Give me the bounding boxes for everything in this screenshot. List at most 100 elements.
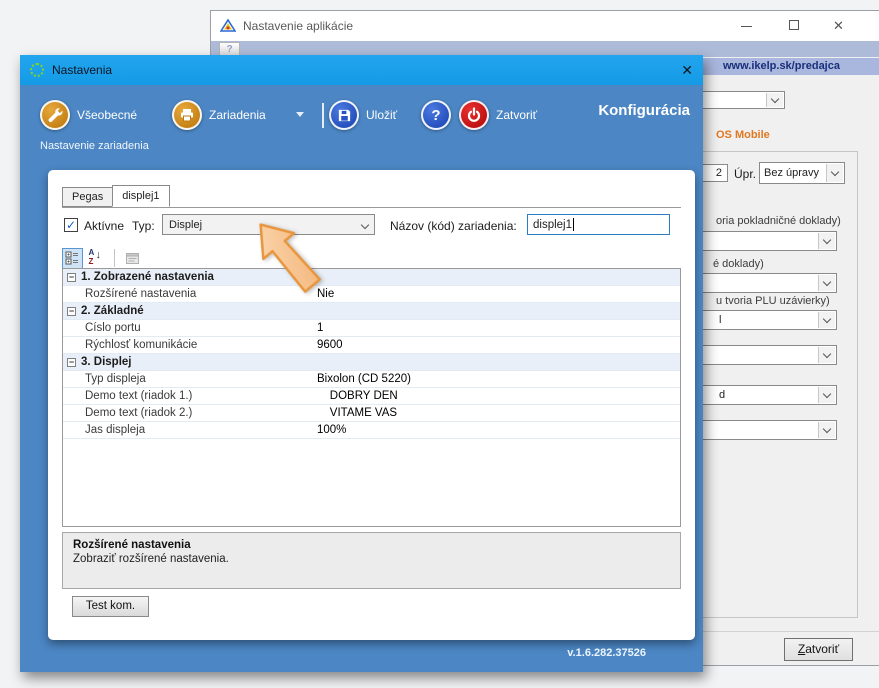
property-value[interactable]: 1	[317, 322, 680, 334]
chevron-down-icon[interactable]	[818, 347, 835, 363]
general-button-label: Všeobecné	[77, 108, 137, 122]
property-name: Demo text (riadok 2.)	[63, 407, 317, 419]
property-value[interactable]: DOBRY DEN	[317, 390, 680, 402]
property-row[interactable]: Demo text (riadok 2.) VITAME VAS	[63, 405, 680, 422]
save-button-label: Uložiť	[366, 108, 397, 122]
property-category-row[interactable]: −2. Základné	[63, 303, 680, 320]
property-row[interactable]: Typ displejaBixolon (CD 5220)	[63, 371, 680, 388]
aktivne-label: Aktívne	[84, 219, 124, 233]
combo-6[interactable]: d	[681, 385, 837, 405]
chevron-down-icon	[361, 221, 369, 229]
property-row[interactable]: Rýchlosť komunikácie9600	[63, 337, 680, 354]
toolbar-separator	[114, 249, 115, 267]
collapse-icon[interactable]: −	[67, 273, 76, 282]
chevron-down-icon[interactable]	[766, 93, 783, 107]
ikelp-link[interactable]: www.ikelp.sk/predajca	[701, 58, 879, 75]
chevron-down-icon[interactable]	[818, 233, 835, 249]
close-icon[interactable]: ✕	[833, 18, 844, 34]
property-name: Typ displeja	[63, 373, 317, 385]
property-row[interactable]: Jas displeja100%	[63, 422, 680, 439]
collapse-icon[interactable]: −	[67, 358, 76, 367]
printer-icon[interactable]	[172, 100, 202, 130]
doklady-label: é doklady)	[713, 258, 764, 270]
property-category-row[interactable]: −1. Zobrazené nastavenia	[63, 269, 680, 286]
test-communication-button[interactable]: Test kom.	[72, 596, 149, 617]
description-text: Zobraziť rozšírené nastavenia.	[73, 553, 670, 565]
device-type-value: Displej	[169, 215, 202, 234]
category-name: 2. Základné	[81, 305, 144, 317]
combo-pokladnicne[interactable]	[681, 231, 837, 251]
device-name-input[interactable]: displej1	[527, 214, 670, 235]
combo-fragment: l	[719, 314, 721, 326]
settings-dialog-icon	[30, 63, 44, 77]
property-value[interactable]: VITAME VAS	[317, 407, 680, 419]
tab-pegas[interactable]: Pegas	[62, 187, 113, 207]
chevron-down-icon[interactable]	[818, 312, 835, 328]
property-name: Rýchlosť komunikácie	[63, 339, 317, 351]
chevron-down-icon[interactable]	[818, 387, 835, 403]
combo-5[interactable]	[681, 345, 837, 365]
app-logo-icon	[220, 18, 236, 34]
combo-7[interactable]	[681, 420, 837, 440]
help-button[interactable]: ?	[421, 100, 451, 130]
maximize-icon[interactable]	[789, 20, 799, 30]
property-row[interactable]: Číslo portu1	[63, 320, 680, 337]
device-panel: Pegas displej1 ✓ Aktívne Typ: Displej Ná…	[48, 170, 695, 640]
property-grid: −1. Zobrazené nastaveniaRozšírené nastav…	[62, 268, 681, 527]
sort-az-icon: A Z ↓	[89, 249, 105, 267]
tab-strip-line	[62, 207, 681, 208]
typ-label: Typ:	[132, 219, 155, 233]
app-title-bar: Nastavenie aplikácie ✕	[211, 11, 879, 41]
upr-label: Úpr.	[734, 167, 756, 181]
property-row[interactable]: Demo text (riadok 1.) DOBRY DEN	[63, 388, 680, 405]
property-value[interactable]: Nie	[317, 288, 680, 300]
close-icon[interactable]: ✕	[681, 62, 693, 79]
property-name: Rozšírené nastavenia	[63, 288, 317, 300]
property-pages-button	[122, 248, 143, 269]
close-dialog-button[interactable]: Zatvoriť	[459, 100, 537, 130]
uzavierky-label: u tvoria PLU uzávierky)	[716, 295, 830, 307]
configuration-heading: Konfigurácia	[598, 102, 690, 119]
version-label: v.1.6.282.37526	[567, 647, 646, 659]
property-name: Jas displeja	[63, 424, 317, 436]
property-category-row[interactable]: −3. Displej	[63, 354, 680, 371]
device-settings-subtitle: Nastavenie zariadenia	[40, 140, 149, 152]
pokladnicne-label: oria pokladničné doklady)	[716, 215, 841, 227]
alphabetical-sort-button[interactable]: A Z ↓	[86, 248, 107, 269]
description-title: Rozšírené nastavenia	[73, 539, 670, 551]
category-name: 1. Zobrazené nastavenia	[81, 271, 214, 283]
combo-uzavierky[interactable]: l	[681, 310, 837, 330]
minimize-icon[interactable]	[741, 26, 752, 27]
general-button[interactable]: Všeobecné	[40, 100, 137, 130]
property-grid-toolbar: A Z ↓	[62, 247, 143, 269]
aktivne-checkbox[interactable]: ✓	[64, 218, 78, 232]
text-caret	[573, 218, 574, 231]
tab-displej1[interactable]: displej1	[112, 185, 169, 207]
combo-doklady[interactable]	[681, 273, 837, 293]
chevron-down-icon[interactable]	[818, 275, 835, 291]
chevron-down-icon[interactable]	[818, 422, 835, 438]
question-mark-icon[interactable]: ?	[421, 100, 451, 130]
property-row[interactable]: Rozšírené nastaveniaNie	[63, 286, 680, 303]
wrench-icon[interactable]	[40, 100, 70, 130]
bez-upravy-combo[interactable]: Bez úpravy	[759, 162, 845, 184]
dialog-title: Nastavenia	[52, 63, 112, 77]
property-value[interactable]: 100%	[317, 424, 680, 436]
collapse-icon[interactable]: −	[67, 307, 76, 316]
property-name: Demo text (riadok 1.)	[63, 390, 317, 402]
property-value[interactable]: Bixolon (CD 5220)	[317, 373, 680, 385]
pos-mobile-label: OS Mobile	[716, 129, 770, 141]
app-close-button[interactable]: Zatvoriť	[784, 638, 853, 661]
floppy-disk-icon[interactable]	[329, 100, 359, 130]
power-icon[interactable]	[459, 100, 489, 130]
property-value[interactable]: 9600	[317, 339, 680, 351]
devices-dropdown-icon[interactable]	[296, 112, 304, 117]
nazov-label: Názov (kód) zariadenia:	[390, 219, 517, 233]
save-button[interactable]: Uložiť	[329, 100, 397, 130]
dialog-title-bar: Nastavenia ✕	[20, 55, 703, 85]
devices-button-label: Zariadenia	[209, 108, 266, 122]
categorized-view-button[interactable]	[62, 248, 83, 269]
property-description-box: Rozšírené nastavenia Zobraziť rozšírené …	[62, 532, 681, 589]
devices-button[interactable]: Zariadenia	[172, 100, 266, 130]
chevron-down-icon[interactable]	[826, 164, 843, 182]
